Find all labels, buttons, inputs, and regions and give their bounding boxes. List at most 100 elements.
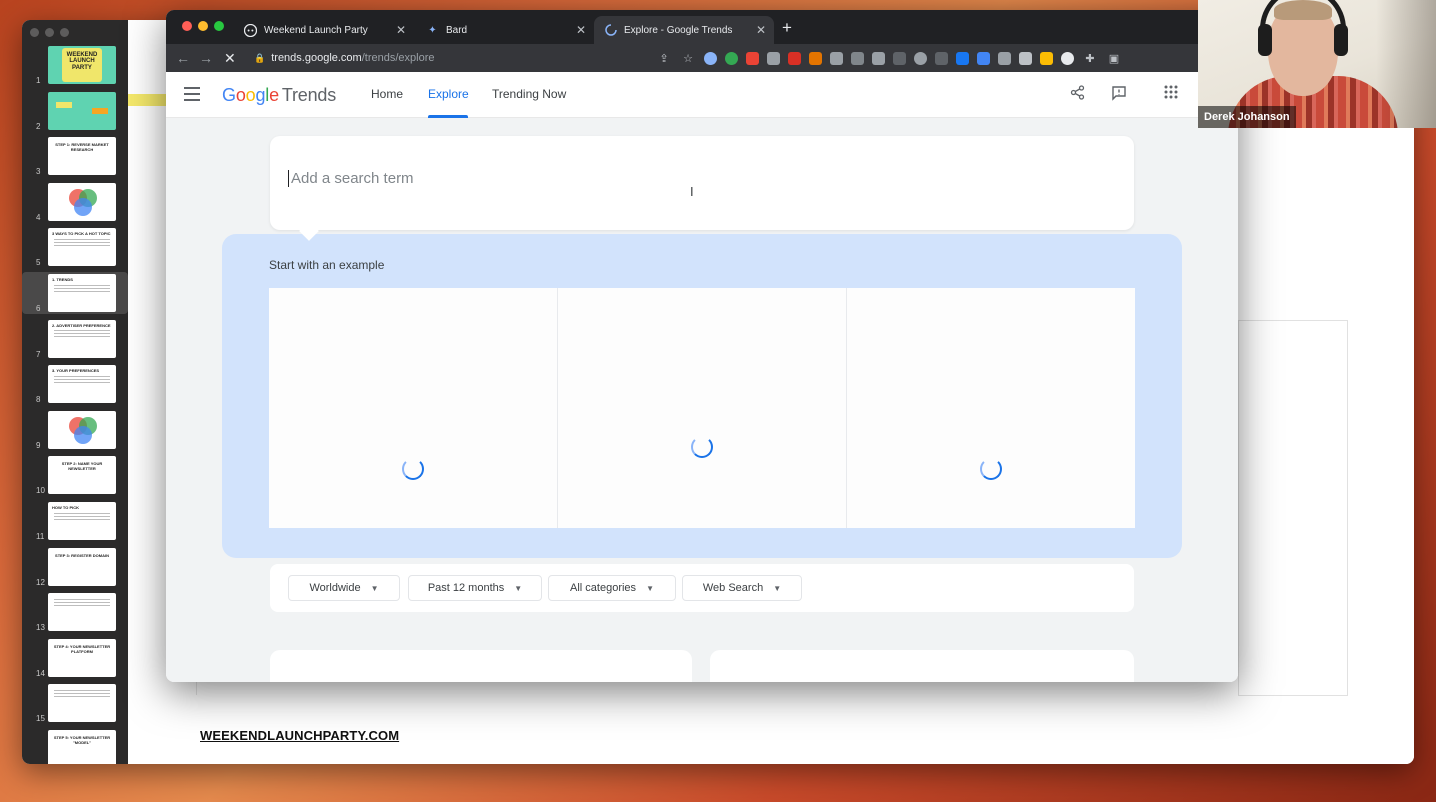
puzzle-extensions-icon[interactable]: ✚ xyxy=(1082,50,1098,66)
close-tab-icon[interactable]: ✕ xyxy=(756,23,766,37)
example-card[interactable] xyxy=(269,288,558,528)
share-page-icon[interactable]: ⇪ xyxy=(656,50,672,66)
slide-thumbnail-row[interactable]: 10 STEP 2: NAME YOUR NEWSLETTER xyxy=(22,454,128,496)
facebook-extension-icon[interactable] xyxy=(956,51,969,65)
apps-grid-icon[interactable] xyxy=(1164,85,1178,104)
slide-thumbnail[interactable]: HOW TO PICK xyxy=(48,502,116,540)
zoom-window-button[interactable] xyxy=(214,21,224,31)
menu-icon[interactable] xyxy=(184,87,200,101)
bookmark-star-icon[interactable]: ☆ xyxy=(680,50,696,66)
extension-icon[interactable] xyxy=(1019,51,1032,65)
slide-number: 14 xyxy=(36,668,45,678)
slide-thumbnail[interactable]: 1. TRENDS xyxy=(48,274,116,312)
side-panel-icon[interactable]: ▣ xyxy=(1106,50,1122,66)
back-arrow-icon[interactable]: ← xyxy=(176,49,190,67)
extension-icon[interactable] xyxy=(935,51,948,65)
slide-shape xyxy=(92,107,108,114)
slide-thumbnail[interactable]: 2. ADVERTISER PREFERENCE xyxy=(48,319,116,358)
example-card[interactable] xyxy=(847,288,1135,528)
category-filter[interactable]: All categories ▼ xyxy=(548,575,676,601)
slide-thumbnail-row[interactable]: 1 WEEKEND LAUNCH PARTY xyxy=(22,44,128,86)
search-type-filter[interactable]: Web Search ▼ xyxy=(682,575,802,601)
slides-thumbnail-sidebar[interactable]: 1 WEEKEND LAUNCH PARTY 2 3 STEP 1: REVERSE M… xyxy=(22,20,128,764)
g-extension-icon[interactable] xyxy=(851,51,864,65)
extension-icon[interactable] xyxy=(725,51,738,65)
slide-number: 4 xyxy=(36,212,41,222)
slide-thumbnail-row[interactable]: 12 STEP 3: REGISTER DOMAIN xyxy=(22,546,128,588)
slide-number: 3 xyxy=(36,167,41,177)
extension-icon[interactable] xyxy=(977,51,990,65)
extension-icon[interactable] xyxy=(788,51,801,65)
extension-icon[interactable] xyxy=(704,51,717,65)
search-term-input[interactable] xyxy=(288,170,788,187)
slide-text-line xyxy=(54,330,110,332)
slide-thumbnail[interactable] xyxy=(48,593,116,632)
time-filter[interactable]: Past 12 months ▼ xyxy=(408,575,542,601)
share-icon[interactable] xyxy=(1070,85,1085,105)
slide-number: 12 xyxy=(36,577,45,587)
slide-thumbnail[interactable]: STEP 5: YOUR NEWSLETTER "MODEL" xyxy=(48,730,116,764)
nav-explore[interactable]: Explore xyxy=(428,87,469,101)
tab-strip: Weekend Launch Party ✕ ✦ Bard ✕ Explore … xyxy=(166,10,1238,44)
minimize-window-button[interactable] xyxy=(198,21,208,31)
new-tab-button[interactable]: + xyxy=(782,18,792,38)
tab-google-trends[interactable]: Explore - Google Trends ✕ xyxy=(594,16,774,44)
slide-thumbnail-row[interactable]: 11 HOW TO PICK xyxy=(22,500,128,542)
slide-thumbnail-row[interactable]: 8 3. YOUR PREFERENCES xyxy=(22,363,128,405)
slide-text-line xyxy=(54,378,110,380)
stop-loading-icon[interactable]: ✕ xyxy=(224,49,236,67)
slide-thumbnail-row[interactable]: 7 2. ADVERTISER PREFERENCE xyxy=(22,318,128,360)
close-window-button[interactable] xyxy=(182,21,192,31)
slide-thumbnail-row[interactable]: 14 STEP 4: YOUR NEWSLETTER PLATFORM xyxy=(22,637,128,679)
slide-title: 3 WAYS TO PICK A HOT TOPIC xyxy=(52,231,111,237)
slide-thumbnail-row[interactable]: 6 1. TRENDS xyxy=(22,272,128,314)
slide-thumbnail-row[interactable]: 5 3 WAYS TO PICK A HOT TOPIC xyxy=(22,226,128,268)
close-tab-icon[interactable]: ✕ xyxy=(576,23,586,37)
slide-thumbnail[interactable]: STEP 4: YOUR NEWSLETTER PLATFORM xyxy=(48,638,116,677)
results-card-right xyxy=(710,650,1134,682)
extension-icon[interactable] xyxy=(1061,51,1074,65)
nav-trending-now[interactable]: Trending Now xyxy=(492,87,566,101)
slide-thumbnail[interactable]: STEP 1: REVERSE MARKET RESEARCH xyxy=(48,137,116,176)
slide-thumbnail-row[interactable]: 9 xyxy=(22,409,128,451)
slide-thumbnail-row[interactable]: 3 STEP 1: REVERSE MARKET RESEARCH xyxy=(22,135,128,177)
slide-thumbnail-row[interactable]: 2 xyxy=(22,90,128,132)
tab-bard[interactable]: ✦ Bard ✕ xyxy=(416,16,594,44)
slide-thumbnail[interactable]: 3. YOUR PREFERENCES xyxy=(48,365,116,404)
example-card[interactable] xyxy=(558,288,847,528)
toolbar-icons: ⇪ ☆ ✚ ▣ xyxy=(656,50,1122,66)
slide-thumbnail-row[interactable]: 4 xyxy=(22,181,128,223)
slide-thumbnail[interactable]: STEP 3: REGISTER DOMAIN xyxy=(48,547,116,586)
extension-icon[interactable] xyxy=(893,51,906,65)
code-extension-icon[interactable] xyxy=(830,51,843,65)
google-trends-logo[interactable]: Google Trends xyxy=(222,85,336,106)
slide-thumbnail-row[interactable]: STEP 5: YOUR NEWSLETTER "MODEL" xyxy=(22,728,128,764)
slide-thumbnail[interactable]: STEP 2: NAME YOUR NEWSLETTER xyxy=(48,456,116,495)
nav-home[interactable]: Home xyxy=(371,87,403,101)
slide-thumbnail[interactable]: 3 WAYS TO PICK A HOT TOPIC xyxy=(48,228,116,267)
slide-thumbnail-row[interactable]: 13 xyxy=(22,591,128,633)
slide-title xyxy=(48,684,116,688)
extension-icon[interactable] xyxy=(809,51,822,65)
slide-footer-link[interactable]: WEEKENDLAUNCHPARTY.COM xyxy=(200,728,399,743)
slide-thumbnail[interactable] xyxy=(48,182,116,221)
address-bar[interactable]: 🔒 trends.google.com/trends/explore xyxy=(246,47,678,69)
camera-extension-icon[interactable] xyxy=(767,51,780,65)
feedback-icon[interactable] xyxy=(1111,85,1127,106)
pencil-extension-icon[interactable] xyxy=(1040,51,1053,65)
screenshot-extension-icon[interactable] xyxy=(998,51,1011,65)
slide-thumbnail[interactable] xyxy=(48,410,116,449)
extension-icon[interactable] xyxy=(914,51,927,65)
slide-title: STEP 2: NAME YOUR NEWSLETTER xyxy=(61,461,103,472)
slide-thumbnail[interactable] xyxy=(48,684,116,723)
tab-weekend-launch-party[interactable]: Weekend Launch Party ✕ xyxy=(234,16,414,44)
slide-thumbnail[interactable]: WEEKEND LAUNCH PARTY xyxy=(48,46,116,84)
logo-text: WEEKEND LAUNCH PARTY xyxy=(66,52,98,71)
slide-thumbnail[interactable] xyxy=(48,91,116,130)
extension-icon[interactable] xyxy=(746,51,759,65)
extension-icon[interactable] xyxy=(872,51,885,65)
region-filter[interactable]: Worldwide ▼ xyxy=(288,575,400,601)
forward-arrow-icon[interactable]: → xyxy=(199,49,213,67)
slide-thumbnail-row[interactable]: 15 xyxy=(22,682,128,724)
close-tab-icon[interactable]: ✕ xyxy=(396,23,406,37)
